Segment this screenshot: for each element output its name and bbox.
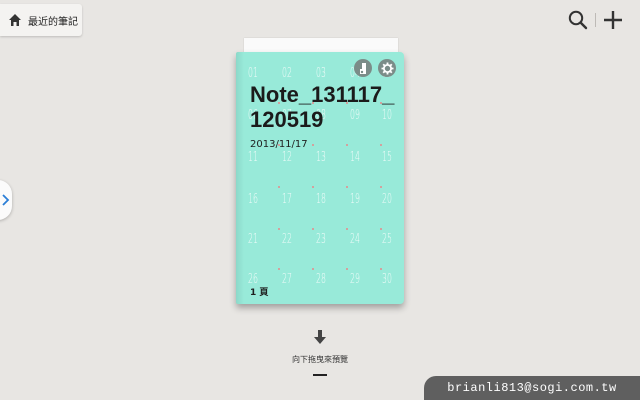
top-actions bbox=[567, 9, 624, 31]
chevron-right-icon bbox=[2, 194, 10, 206]
calendar-dot bbox=[312, 228, 314, 230]
drag-hint-text: 向下拖曳來預覽 bbox=[292, 355, 348, 364]
calendar-day: 15 bbox=[382, 150, 392, 165]
account-badge: brianli813@sogi.com.tw bbox=[424, 376, 640, 400]
calendar-day: 24 bbox=[350, 232, 360, 247]
calendar-day: 18 bbox=[316, 192, 326, 207]
drag-hint: 向下拖曳來預覽 bbox=[280, 330, 360, 366]
calendar-day: 14 bbox=[350, 150, 360, 165]
recent-notes-tab[interactable]: 最近的筆記 bbox=[0, 4, 82, 36]
settings-button[interactable] bbox=[378, 59, 396, 77]
calendar-day: 01 bbox=[248, 66, 258, 81]
search-icon[interactable] bbox=[567, 9, 589, 31]
gear-icon bbox=[381, 62, 393, 74]
calendar-dot bbox=[346, 268, 348, 270]
calendar-day: 23 bbox=[316, 232, 326, 247]
calendar-day: 11 bbox=[248, 150, 258, 165]
arrow-down-icon bbox=[314, 330, 326, 344]
calendar-day: 25 bbox=[382, 232, 392, 247]
notebook-cover[interactable]: 0102030405060708091011121314151617181920… bbox=[236, 52, 404, 304]
calendar-dot bbox=[278, 186, 280, 188]
calendar-dot bbox=[346, 186, 348, 188]
calendar-dot bbox=[380, 268, 382, 270]
calendar-dot bbox=[278, 228, 280, 230]
lock-icon bbox=[359, 62, 366, 74]
lock-button[interactable] bbox=[354, 59, 372, 77]
sidebar-handle[interactable] bbox=[0, 180, 12, 220]
calendar-day: 13 bbox=[316, 150, 326, 165]
calendar-dot bbox=[278, 268, 280, 270]
calendar-day: 27 bbox=[282, 272, 292, 287]
calendar-day: 29 bbox=[350, 272, 360, 287]
calendar-day: 03 bbox=[316, 66, 326, 81]
calendar-day: 16 bbox=[248, 192, 258, 207]
calendar-day: 17 bbox=[282, 192, 292, 207]
account-email: brianli813@sogi.com.tw bbox=[447, 381, 617, 395]
notebook-card[interactable]: 0102030405060708091011121314151617181920… bbox=[236, 38, 408, 306]
calendar-day: 02 bbox=[282, 66, 292, 81]
plus-icon[interactable] bbox=[602, 9, 624, 31]
calendar-day: 22 bbox=[282, 232, 292, 247]
recent-notes-label: 最近的筆記 bbox=[28, 16, 78, 28]
calendar-dot bbox=[346, 144, 348, 146]
page-count: 1 頁 bbox=[250, 288, 269, 298]
note-title: Note_131117_120519 bbox=[250, 82, 395, 132]
calendar-dot bbox=[380, 186, 382, 188]
calendar-dot bbox=[380, 144, 382, 146]
calendar-day: 12 bbox=[282, 150, 292, 165]
calendar-dot bbox=[312, 144, 314, 146]
note-date: 2013/11/17 bbox=[250, 139, 308, 150]
calendar-day: 20 bbox=[382, 192, 392, 207]
toolbar-divider bbox=[595, 13, 596, 27]
calendar-day: 19 bbox=[350, 192, 360, 207]
calendar-dot bbox=[312, 268, 314, 270]
calendar-day: 21 bbox=[248, 232, 258, 247]
collapse-bar[interactable] bbox=[313, 374, 327, 376]
notebook-spine bbox=[236, 52, 244, 304]
home-icon bbox=[9, 14, 21, 26]
calendar-dot bbox=[346, 228, 348, 230]
calendar-dot bbox=[312, 186, 314, 188]
calendar-day: 28 bbox=[316, 272, 326, 287]
calendar-day: 30 bbox=[382, 272, 392, 287]
calendar-dot bbox=[380, 228, 382, 230]
